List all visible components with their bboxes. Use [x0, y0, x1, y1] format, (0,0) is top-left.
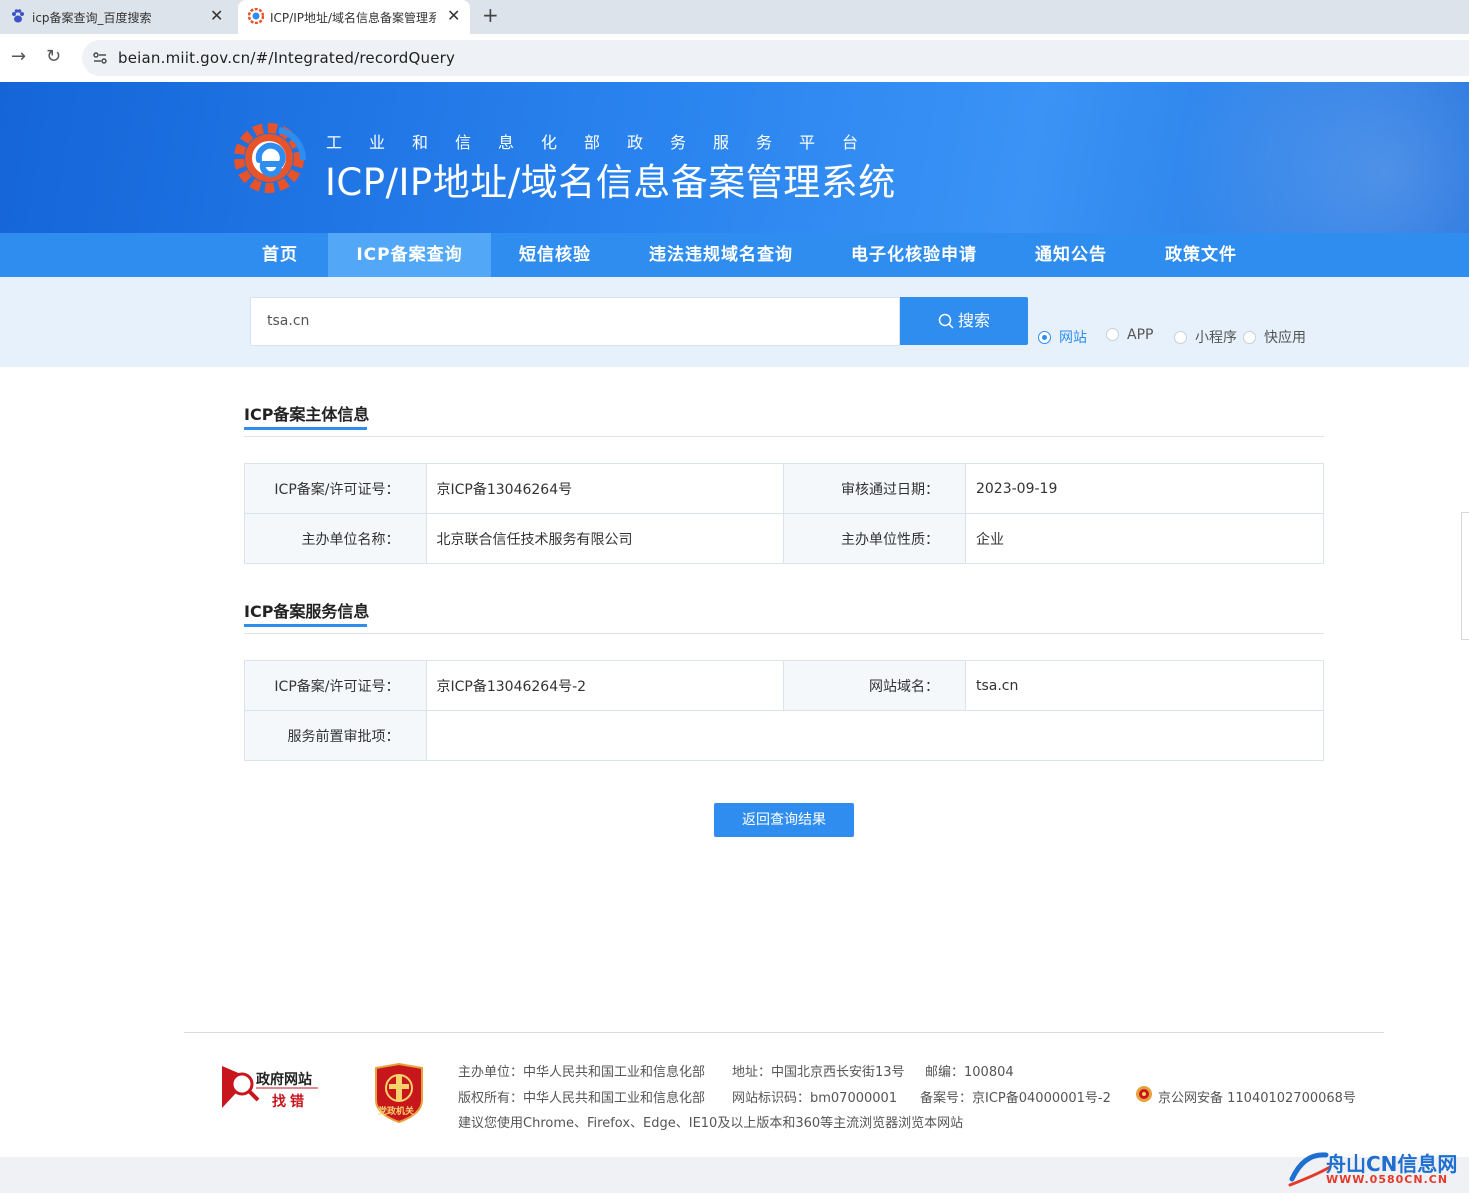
url-text[interactable]: beian.miit.gov.cn/#/Integrated/recordQue… — [118, 49, 455, 67]
table-row: 服务前置审批项： — [244, 710, 1324, 761]
browser-tab-bar: icp备案查询_百度搜索 ✕ ICP/IP地址/域名信息备案管理系 ✕ + — [0, 0, 1469, 34]
nav-notices[interactable]: 通知公告 — [1020, 233, 1122, 277]
subject-info-table: ICP备案/许可证号： 京ICP备13046264号 审核通过日期： 2023-… — [244, 463, 1325, 564]
party-logo-text: 党政机关 — [378, 1107, 415, 1117]
license-value: 京ICP备13046264号 — [425, 463, 785, 514]
beian-logo-icon — [248, 8, 264, 24]
main-nav: 首页 ICP备案查询 短信核验 违法违规域名查询 电子化核验申请 通知公告 政策… — [0, 233, 1469, 277]
service-section-title: ICP备案服务信息 — [244, 602, 370, 621]
baidu-paw-icon — [12, 9, 24, 23]
table-row: ICP备案/许可证号： 京ICP备13046264号 审核通过日期： 2023-… — [244, 463, 1325, 514]
section-divider — [244, 633, 1324, 634]
search-button-label: 搜索 — [957, 311, 990, 330]
section-underline — [244, 624, 367, 627]
footer-icp-link[interactable]: 备案号：京ICP备04000001号-2 — [920, 1087, 1111, 1106]
gov-logo-subtext: 找错 — [272, 1094, 308, 1110]
section-underline — [244, 427, 367, 430]
tab-title: icp备案查询_百度搜索 — [32, 11, 152, 25]
radio-dot — [1038, 331, 1051, 344]
license-label: ICP备案/许可证号： — [244, 463, 427, 514]
site-settings-icon[interactable] — [92, 50, 108, 66]
party-government-logo[interactable]: 党政机关 — [372, 1062, 426, 1124]
tab-title: ICP/IP地址/域名信息备案管理系 — [270, 11, 436, 25]
system-title: ICP/IP地址/域名信息备案管理系统 — [325, 161, 896, 204]
footer-police-link[interactable]: 京公网安备 11040102700068号 — [1158, 1087, 1356, 1106]
radio-label: 快应用 — [1264, 330, 1306, 346]
gov-logo-text: 政府网站 — [256, 1072, 312, 1088]
footer-divider — [184, 1032, 1384, 1033]
platform-name: 工业和信息化部政务服务平台 — [326, 133, 886, 152]
search-icon — [938, 313, 954, 329]
browser-tab-beian[interactable]: ICP/IP地址/域名信息备案管理系 ✕ — [238, 0, 470, 34]
org-name-value: 北京联合信任技术服务有限公司 — [425, 513, 785, 564]
nav-sms-verify[interactable]: 短信核验 — [505, 233, 605, 277]
bottom-band — [0, 1157, 1469, 1193]
radio-quick-app[interactable]: 快应用 — [1243, 327, 1306, 347]
radio-dot — [1106, 328, 1119, 341]
approval-date-value: 2023-09-19 — [964, 463, 1325, 514]
search-input[interactable]: tsa.cn — [250, 297, 900, 346]
domain-value: tsa.cn — [964, 660, 1325, 711]
pre-approval-label: 服务前置审批项： — [244, 710, 427, 761]
nav-illegal-domain[interactable]: 违法违规域名查询 — [635, 233, 807, 277]
table-row: 主办单位名称： 北京联合信任技术服务有限公司 主办单位性质： 企业 — [244, 513, 1325, 564]
nav-policy-docs[interactable]: 政策文件 — [1150, 233, 1252, 277]
service-info-table: ICP备案/许可证号： 京ICP备13046264号-2 网站域名： tsa.c… — [244, 660, 1325, 761]
service-license-label: ICP备案/许可证号： — [244, 660, 427, 711]
watermark-url: WWW.0580CN.CN — [1326, 1173, 1449, 1186]
radio-label: 网站 — [1059, 330, 1087, 346]
pre-approval-value — [425, 710, 1324, 761]
search-button[interactable]: 搜索 — [900, 297, 1028, 345]
org-name-label: 主办单位名称： — [244, 513, 427, 564]
approval-date-label: 审核通过日期： — [783, 463, 966, 514]
radio-mini-program[interactable]: 小程序 — [1174, 327, 1237, 347]
address-bar: → ↻ beian.miit.gov.cn/#/Integrated/recor… — [0, 34, 1469, 82]
nav-home[interactable]: 首页 — [240, 233, 320, 277]
site-header: 工业和信息化部政务服务平台 ICP/IP地址/域名信息备案管理系统 — [0, 82, 1469, 233]
back-to-results-button[interactable]: 返回查询结果 — [714, 803, 854, 837]
close-tab-icon[interactable]: ✕ — [447, 7, 460, 25]
omnibox[interactable]: beian.miit.gov.cn/#/Integrated/recordQue… — [82, 40, 1469, 76]
org-nature-label: 主办单位性质： — [783, 513, 966, 564]
nav-e-verify-apply[interactable]: 电子化核验申请 — [835, 233, 993, 277]
radio-dot — [1243, 331, 1256, 344]
radio-website[interactable]: 网站 — [1038, 327, 1087, 347]
footer-browser-tip: 建议您使用Chrome、Firefox、Edge、IE10及以上版本和360等主… — [458, 1116, 964, 1131]
footer-site-id: 网站标识码：bm07000001 — [732, 1091, 898, 1106]
radio-label: APP — [1127, 327, 1154, 343]
subject-section-title: ICP备案主体信息 — [244, 405, 370, 424]
close-tab-icon[interactable]: ✕ — [210, 7, 223, 25]
radio-app[interactable]: APP — [1106, 327, 1153, 343]
forward-icon[interactable]: → — [11, 47, 26, 67]
footer-postcode: 邮编：100804 — [925, 1065, 1014, 1080]
header-decoration — [1049, 82, 1469, 233]
footer-copyright: 版权所有：中华人民共和国工业和信息化部 — [458, 1091, 706, 1106]
footer-address: 地址：中国北京西长安街13号 — [732, 1065, 905, 1080]
new-tab-icon[interactable]: + — [482, 4, 499, 26]
domain-label: 网站域名： — [783, 660, 966, 711]
miit-gear-logo-icon — [234, 123, 307, 193]
police-badge-icon — [1136, 1086, 1152, 1102]
table-row: ICP备案/许可证号： 京ICP备13046264号-2 网站域名： tsa.c… — [244, 660, 1325, 711]
gov-website-error-report-logo[interactable]: 政府网站 找错 — [220, 1064, 320, 1110]
side-float-tab[interactable] — [1461, 512, 1469, 640]
radio-dot — [1174, 331, 1187, 344]
org-nature-value: 企业 — [964, 513, 1325, 564]
footer-host: 主办单位：中华人民共和国工业和信息化部 — [458, 1065, 706, 1080]
nav-icp-query[interactable]: ICP备案查询 — [328, 233, 491, 277]
service-license-value: 京ICP备13046264号-2 — [425, 660, 785, 711]
browser-tab-baidu[interactable]: icp备案查询_百度搜索 ✕ — [0, 0, 238, 34]
search-band: tsa.cn 搜索 网站 APP 小程序 快应用 — [0, 277, 1469, 367]
radio-label: 小程序 — [1195, 330, 1237, 346]
reload-icon[interactable]: ↻ — [46, 47, 61, 67]
section-divider — [244, 436, 1324, 437]
